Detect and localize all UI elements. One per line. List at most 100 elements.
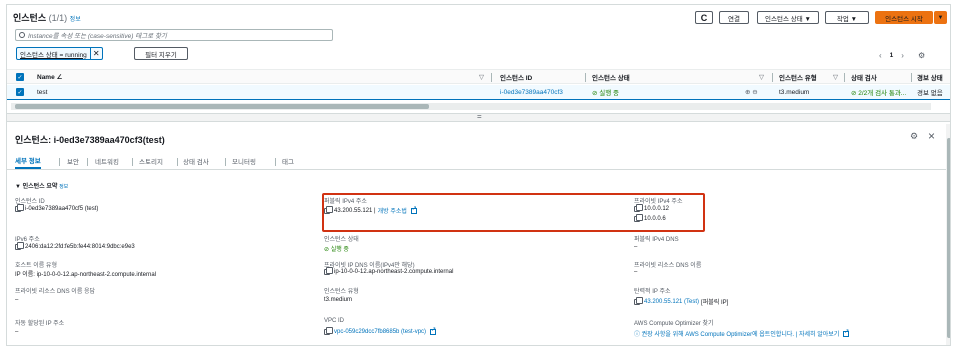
copy-icon[interactable] [15, 242, 24, 250]
vpc-id-label: VPC ID [324, 318, 345, 324]
column-instance-type[interactable]: 인스턴스 유형 [779, 70, 817, 83]
instance-summary-header[interactable]: ▼ 인스턴스 요약 정보 [15, 181, 68, 190]
vertical-scrollbar[interactable] [946, 124, 950, 345]
private-dns-response-label: 프라이빗 리소스 DNS 이름 응답 [15, 289, 96, 295]
remove-filter-icon[interactable]: ✕ [89, 48, 102, 59]
launch-instances-button[interactable]: 인스턴스 시작 [875, 11, 933, 24]
filter-token[interactable]: 인스턴스 상태 = running ✕ [16, 47, 103, 60]
horizontal-scrollbar[interactable] [11, 103, 931, 110]
gear-icon[interactable]: ⚙ [910, 131, 918, 142]
instance-id-value: i-0ed3e7389aa470cf5 (test) [15, 204, 98, 212]
column-status-check[interactable]: 상태 검사 [851, 70, 877, 83]
auto-ip-label: 자동 할당된 IP 주소 [15, 321, 65, 327]
ipv6-value: 2406:da12:2fd:fe5b:fe44:8014:9dbc:e9e3 [15, 242, 135, 250]
refresh-button[interactable]: C [695, 11, 713, 24]
column-name[interactable]: Name ∠ [37, 70, 62, 83]
column-instance-id[interactable]: 인스턴스 ID [500, 70, 532, 83]
tab-security[interactable]: 보안 [67, 153, 79, 169]
table-settings-icon[interactable]: ⚙ [918, 51, 925, 60]
tab-tags[interactable]: 태그 [282, 153, 294, 169]
elastic-ip-link[interactable]: 43.200.55.121 (Test) [644, 299, 699, 305]
check-icon: ✓ [17, 74, 23, 81]
private-resource-dns-label: 프라이빗 리소스 DNS 이름 [634, 263, 702, 269]
tab-separator [87, 158, 88, 166]
public-dns-value: – [634, 244, 638, 250]
column-separator [491, 73, 492, 82]
instance-type-value: t3.medium [324, 297, 353, 303]
tab-separator [177, 158, 178, 166]
tab-networking[interactable]: 네트워킹 [95, 153, 119, 169]
private-dns-ipv4-value: ip-10-0-0-12.ap-northeast-2.compute.inte… [324, 267, 454, 275]
actions-dropdown[interactable]: 작업 ▼ [825, 11, 869, 24]
next-page-icon[interactable]: › [901, 51, 904, 60]
zoom-icon[interactable]: ⊕ ⊖ [745, 85, 758, 99]
select-all-checkbox[interactable]: ✓ [16, 73, 24, 81]
summary-title: ▼ 인스턴스 요약 [15, 184, 58, 190]
column-alarm-status[interactable]: 경보 상태 [917, 70, 943, 83]
column-separator [911, 73, 912, 82]
search-placeholder: Instance를 속성 또는 (case-sensitive) 태그로 찾기 [28, 33, 167, 40]
copy-icon[interactable] [324, 267, 333, 275]
scrollbar-thumb[interactable] [947, 138, 950, 338]
hostname-type-label: 호스트 이름 유형 [15, 263, 57, 269]
row-checkbox[interactable]: ✓ [16, 88, 24, 96]
row-name: test [37, 88, 48, 96]
column-name-filter-icon[interactable]: ▽ [479, 70, 484, 83]
split-panel-divider[interactable]: = [7, 112, 950, 122]
row-instance-type: t3.medium [779, 88, 810, 96]
tab-storage[interactable]: 스토리지 [139, 153, 163, 169]
refresh-icon: C [700, 12, 708, 23]
table-row[interactable]: ✓ test i-0ed3e7389aa470cf3 ⊘ 실행 중 ⊕ ⊖ t3… [7, 85, 950, 100]
copy-icon[interactable] [15, 204, 24, 212]
resize-handle-icon[interactable]: = [477, 112, 482, 121]
tab-monitoring[interactable]: 모니터링 [232, 153, 256, 169]
launch-dropdown-button[interactable]: ▼ [934, 11, 947, 24]
tab-status-checks[interactable]: 상태 검사 [183, 153, 209, 169]
hostname-type-value: IP 이름: ip-10-0-0-12.ap-northeast-2.compu… [15, 272, 157, 278]
ec2-instances-panel: 인스턴스 (1/1) 정보 C 연결 인스턴스 상태 ▼ 작업 ▼ 인스턴스 시… [6, 4, 951, 346]
pagination: ‹ 1 › ⚙ [879, 51, 925, 60]
instance-state-dropdown[interactable]: 인스턴스 상태 ▼ [757, 11, 819, 24]
private-dns-response-value: – [15, 297, 19, 303]
current-page[interactable]: 1 [890, 52, 894, 59]
private-resource-dns-value: – [634, 269, 638, 275]
external-link-icon[interactable] [430, 326, 436, 335]
private-dns-ipv4-label: 프라이빗 IP DNS 이름(IPv4만 해당) [324, 263, 415, 269]
public-dns-label: 퍼블릭 IPv4 DNS [634, 237, 679, 243]
column-type-filter-icon[interactable]: ▽ [833, 70, 838, 83]
summary-info-link[interactable]: 정보 [59, 184, 68, 190]
scrollbar-thumb[interactable] [15, 104, 429, 109]
prev-page-icon[interactable]: ‹ [879, 51, 882, 60]
info-link[interactable]: 정보 [70, 17, 81, 23]
instance-type-label: 인스턴스 유형 [324, 289, 359, 295]
instance-state-value: ⊘ 실행 중 [324, 247, 349, 253]
vpc-id-link[interactable]: vpc-059c29dcc7fb8685b (test-vpc) [334, 329, 426, 335]
auto-ip-value: – [15, 329, 19, 335]
tab-separator [59, 158, 60, 166]
compute-optimizer-label: AWS Compute Optimizer 찾기 [634, 321, 714, 327]
column-state-filter-icon[interactable]: ▽ [759, 70, 764, 83]
copy-icon[interactable] [634, 296, 643, 305]
row-instance-id-link[interactable]: i-0ed3e7389aa470cf3 [500, 85, 563, 99]
tab-separator [225, 158, 226, 166]
search-icon [19, 32, 25, 38]
tab-details[interactable]: 세부 정보 [15, 153, 41, 169]
row-status-check[interactable]: ⊘ 2/2개 검사 통과... [851, 85, 906, 99]
ipv6-text: 2406:da12:2fd:fe5b:fe44:8014:9dbc:e9e3 [25, 244, 135, 250]
close-icon[interactable]: × [928, 129, 935, 143]
private-dns-ipv4-text: ip-10-0-0-12.ap-northeast-2.compute.inte… [334, 269, 454, 275]
external-link-icon[interactable] [843, 328, 849, 337]
page-title-text: 인스턴스 [13, 13, 47, 23]
column-separator [844, 73, 845, 82]
column-separator [585, 73, 586, 82]
connect-button[interactable]: 연결 [719, 11, 749, 24]
compute-optimizer-link[interactable]: ⓘ 권장 사항을 위해 AWS Compute Optimizer에 옵트인합니… [634, 329, 839, 338]
copy-icon[interactable] [324, 327, 333, 335]
search-input[interactable]: Instance를 속성 또는 (case-sensitive) 태그로 찾기 [15, 29, 333, 41]
compute-optimizer-value: ⓘ 권장 사항을 위해 AWS Compute Optimizer에 옵트인합니… [634, 328, 849, 339]
column-instance-state[interactable]: 인스턴스 상태 [592, 70, 630, 83]
column-separator [772, 73, 773, 82]
table-header: ✓ Name ∠ ▽ 인스턴스 ID 인스턴스 상태 ▽ 인스턴스 유형 ▽ 상… [7, 69, 950, 84]
tab-separator [132, 158, 133, 166]
clear-filters-button[interactable]: 필터 지우기 [134, 47, 188, 60]
